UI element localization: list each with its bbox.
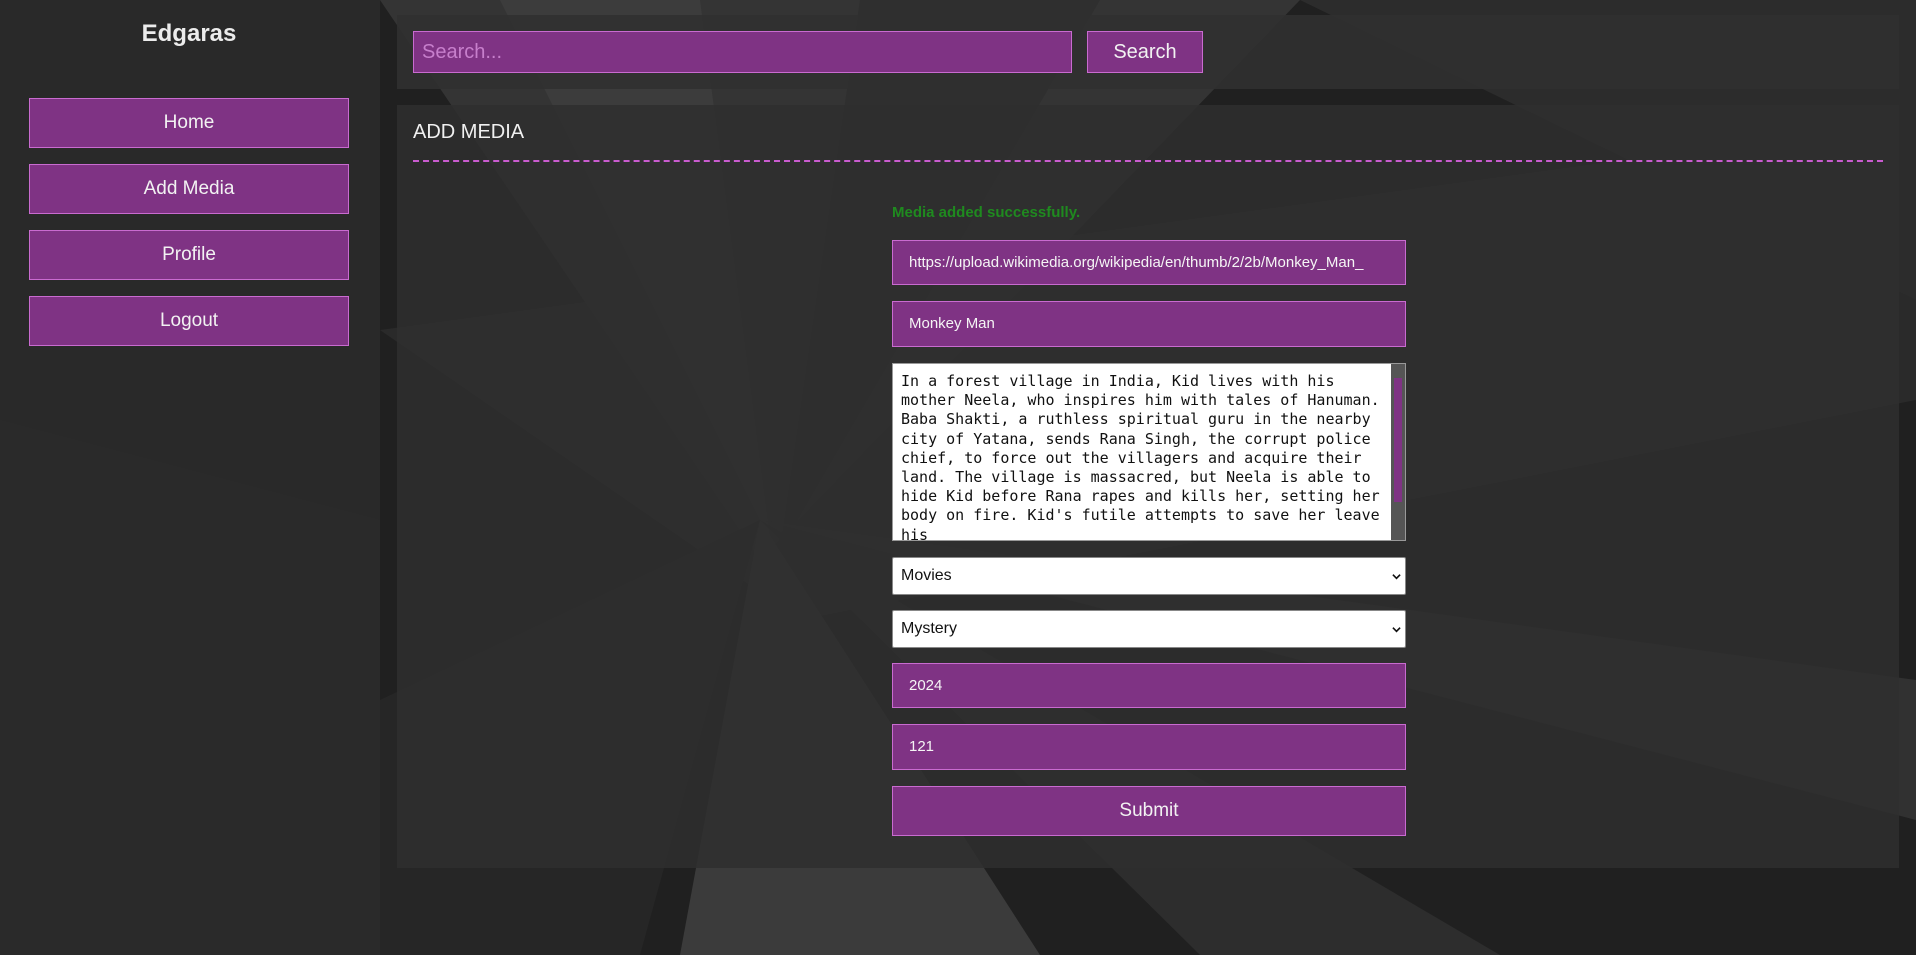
brand-title: Edgaras [141,20,237,47]
genre-select[interactable]: Mystery [892,610,1406,648]
sidebar-item-home[interactable]: Home [29,98,349,148]
submit-button[interactable]: Submit [892,786,1406,836]
sidebar-nav: Home Add Media Profile Logout [29,98,349,362]
sidebar-item-logout[interactable]: Logout [29,296,349,346]
chevron-down-icon [1392,627,1401,633]
sidebar-item-add-media[interactable]: Add Media [29,164,349,214]
success-message: Media added successfully. [892,204,1081,221]
search-input[interactable] [413,31,1072,73]
duration-field[interactable]: 121 [892,724,1406,770]
media-type-value: Movies [901,567,952,584]
sidebar: Edgaras Home Add Media Profile Logout [0,0,380,955]
image-url-field[interactable]: https://upload.wikimedia.org/wikipedia/e… [892,240,1406,285]
title-divider [413,160,1883,162]
description-textarea[interactable]: In a forest village in India, Kid lives … [892,363,1406,541]
genre-value: Mystery [901,620,957,637]
title-field[interactable]: Monkey Man [892,301,1406,347]
sidebar-item-profile[interactable]: Profile [29,230,349,280]
media-type-select[interactable]: Movies [892,557,1406,595]
description-text: In a forest village in India, Kid lives … [901,372,1389,541]
scrollbar-thumb[interactable] [1394,378,1402,502]
year-field[interactable]: 2024 [892,663,1406,708]
description-scrollbar[interactable] [1391,364,1405,540]
page-title: ADD MEDIA [413,121,525,143]
add-media-panel: ADD MEDIA Media added successfully. http… [397,105,1899,868]
search-bar: Search [397,15,1899,89]
search-button[interactable]: Search [1087,31,1203,73]
chevron-down-icon [1392,574,1401,580]
